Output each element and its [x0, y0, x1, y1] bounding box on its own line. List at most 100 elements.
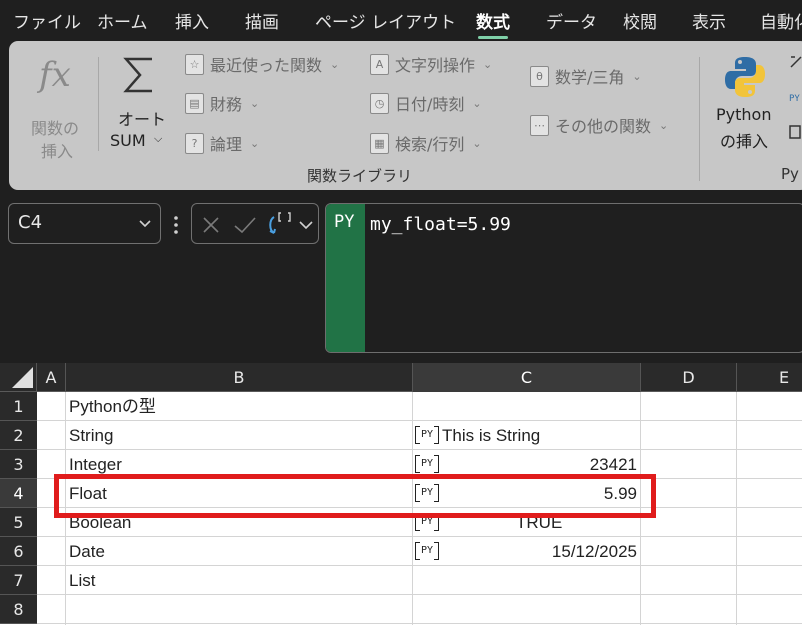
- formula-text[interactable]: my_float=5.99: [370, 214, 511, 235]
- cancel-icon[interactable]: [201, 215, 221, 235]
- python-cell-icon[interactable]: PY: [415, 426, 439, 444]
- row-header-5[interactable]: 5: [0, 508, 37, 537]
- row-header-2[interactable]: 2: [0, 421, 37, 450]
- tab-data[interactable]: データ: [546, 8, 597, 33]
- ribbon-separator: [98, 57, 99, 151]
- row-header-1[interactable]: 1: [0, 392, 37, 421]
- column-header-b[interactable]: B: [66, 363, 413, 392]
- gridline: [37, 594, 802, 595]
- tab-review[interactable]: 校閲: [623, 8, 657, 33]
- insert-python-label-1: Python: [716, 105, 772, 124]
- more-options-icon[interactable]: [172, 213, 180, 237]
- date-time-label: 日付/時刻: [395, 95, 465, 114]
- chevron-down-icon: ⌄: [250, 136, 260, 150]
- row-header-4[interactable]: 4: [0, 479, 37, 508]
- python-cell-icon[interactable]: PY: [415, 542, 439, 560]
- autosum-label-1: オート: [118, 110, 167, 129]
- ribbon-tab-bar: ファイル ホーム 挿入 描画 ページ レイアウト 数式 データ 校閲 表示 自動…: [0, 0, 802, 39]
- python-mode-indicator[interactable]: PY: [326, 204, 365, 352]
- chevron-down-icon: ⌄: [250, 96, 260, 110]
- finance-icon: ▤: [185, 92, 204, 114]
- name-box-value: C4: [18, 212, 43, 233]
- lookup-reference-button[interactable]: ▦ 検索/行列 ⌄: [370, 130, 482, 156]
- gridline: [736, 392, 737, 625]
- sigma-icon: [123, 57, 152, 93]
- tab-page-layout[interactable]: ページ レイアウト: [315, 8, 456, 33]
- row-header-6[interactable]: 6: [0, 537, 37, 566]
- chevron-down-icon: [139, 220, 151, 228]
- star-icon: ☆: [185, 53, 204, 75]
- chevron-down-icon: ⌄: [659, 118, 669, 132]
- ribbon-separator: [699, 57, 700, 181]
- highlight-box: [54, 474, 656, 518]
- tab-automate[interactable]: 自動化: [760, 8, 802, 33]
- insert-function-label-1: 関数の: [31, 119, 80, 138]
- date-time-button[interactable]: ◷ 日付/時刻 ⌄: [370, 90, 482, 116]
- gridline: [37, 449, 802, 450]
- gridline: [37, 623, 802, 624]
- formula-bar[interactable]: PY my_float=5.99: [325, 203, 802, 353]
- row-header-3[interactable]: 3: [0, 450, 37, 479]
- tab-formulas[interactable]: 数式: [476, 8, 510, 39]
- tab-draw[interactable]: 描画: [245, 8, 279, 33]
- column-header-c[interactable]: C: [413, 363, 641, 392]
- math-trig-button[interactable]: θ 数学/三角 ⌄: [530, 63, 642, 89]
- clock-icon: ◷: [370, 92, 389, 114]
- tab-insert[interactable]: 挿入: [175, 8, 209, 33]
- select-all-button[interactable]: [0, 363, 37, 392]
- more-functions-icon: ⋯: [530, 114, 549, 136]
- chevron-down-icon: ⌄: [472, 136, 482, 150]
- tab-view[interactable]: 表示: [692, 8, 726, 33]
- row-header-7[interactable]: 7: [0, 566, 37, 595]
- cell-b1[interactable]: Pythonの型: [69, 392, 156, 421]
- function-library-group-label: 関数ライブラリ: [307, 167, 413, 185]
- column-header-a[interactable]: A: [37, 363, 66, 392]
- svg-text:PY: PY: [789, 94, 800, 104]
- python-logo-icon: [725, 57, 765, 97]
- cell-c6[interactable]: 15/12/2025: [442, 537, 637, 566]
- fx-icon: fx: [39, 55, 71, 95]
- gridline: [37, 565, 802, 566]
- text-functions-label: 文字列操作: [395, 56, 476, 75]
- more-functions-button[interactable]: ⋯ その他の関数 ⌄: [530, 112, 668, 138]
- tab-file[interactable]: ファイル: [13, 8, 81, 33]
- formula-controls: [191, 203, 319, 244]
- chevron-down-icon: ⌄: [632, 69, 642, 83]
- tab-home[interactable]: ホーム: [97, 8, 148, 33]
- recent-functions-button[interactable]: ☆ 最近使った関数 ⌄: [185, 51, 339, 77]
- ribbon-panel: fx 関数の 挿入 オート SUM ⌵ ☆ 最近使った関数 ⌄ ▤ 財務 ⌄ ?…: [9, 41, 802, 190]
- python-object-icon[interactable]: [268, 211, 294, 239]
- insert-function-label-2: 挿入: [41, 142, 74, 161]
- more-functions-label: その他の関数: [555, 117, 652, 136]
- enter-icon[interactable]: [233, 215, 257, 235]
- autosum-button[interactable]: オート SUM ⌵: [106, 49, 176, 159]
- cell-c2[interactable]: This is String: [442, 421, 540, 450]
- python-tool-icon: PY: [789, 56, 802, 139]
- insert-function-button[interactable]: fx 関数の 挿入: [19, 51, 97, 161]
- lookup-icon: ▦: [370, 132, 389, 154]
- insert-python-button[interactable]: Python の挿入: [709, 49, 789, 159]
- chevron-down-icon[interactable]: [298, 218, 314, 232]
- autosum-label-2: SUM: [110, 131, 146, 150]
- cell-b7[interactable]: List: [69, 566, 95, 595]
- cell-b2[interactable]: String: [69, 421, 113, 450]
- math-trig-label: 数学/三角: [555, 68, 625, 87]
- logical-button[interactable]: ? 論理 ⌄: [185, 130, 259, 156]
- python-cell-icon[interactable]: PY: [415, 455, 439, 473]
- select-all-triangle-icon: [12, 367, 33, 388]
- column-header-d[interactable]: D: [641, 363, 737, 392]
- insert-python-label-2: の挿入: [720, 132, 769, 151]
- cell-b6[interactable]: Date: [69, 537, 105, 566]
- python-mode-label: PY: [334, 212, 355, 232]
- financial-button[interactable]: ▤ 財務 ⌄: [185, 90, 259, 116]
- text-functions-button[interactable]: A 文字列操作 ⌄: [370, 51, 492, 77]
- chevron-down-icon: ⌄: [472, 96, 482, 110]
- name-box[interactable]: C4: [8, 203, 161, 244]
- math-icon: θ: [530, 65, 549, 87]
- chevron-down-icon: ⌵: [154, 132, 163, 145]
- column-header-e[interactable]: E: [737, 363, 802, 392]
- python-group-label: Py: [781, 165, 799, 183]
- row-header-8[interactable]: 8: [0, 595, 37, 624]
- text-icon: A: [370, 53, 389, 75]
- lookup-reference-label: 検索/行列: [395, 135, 465, 154]
